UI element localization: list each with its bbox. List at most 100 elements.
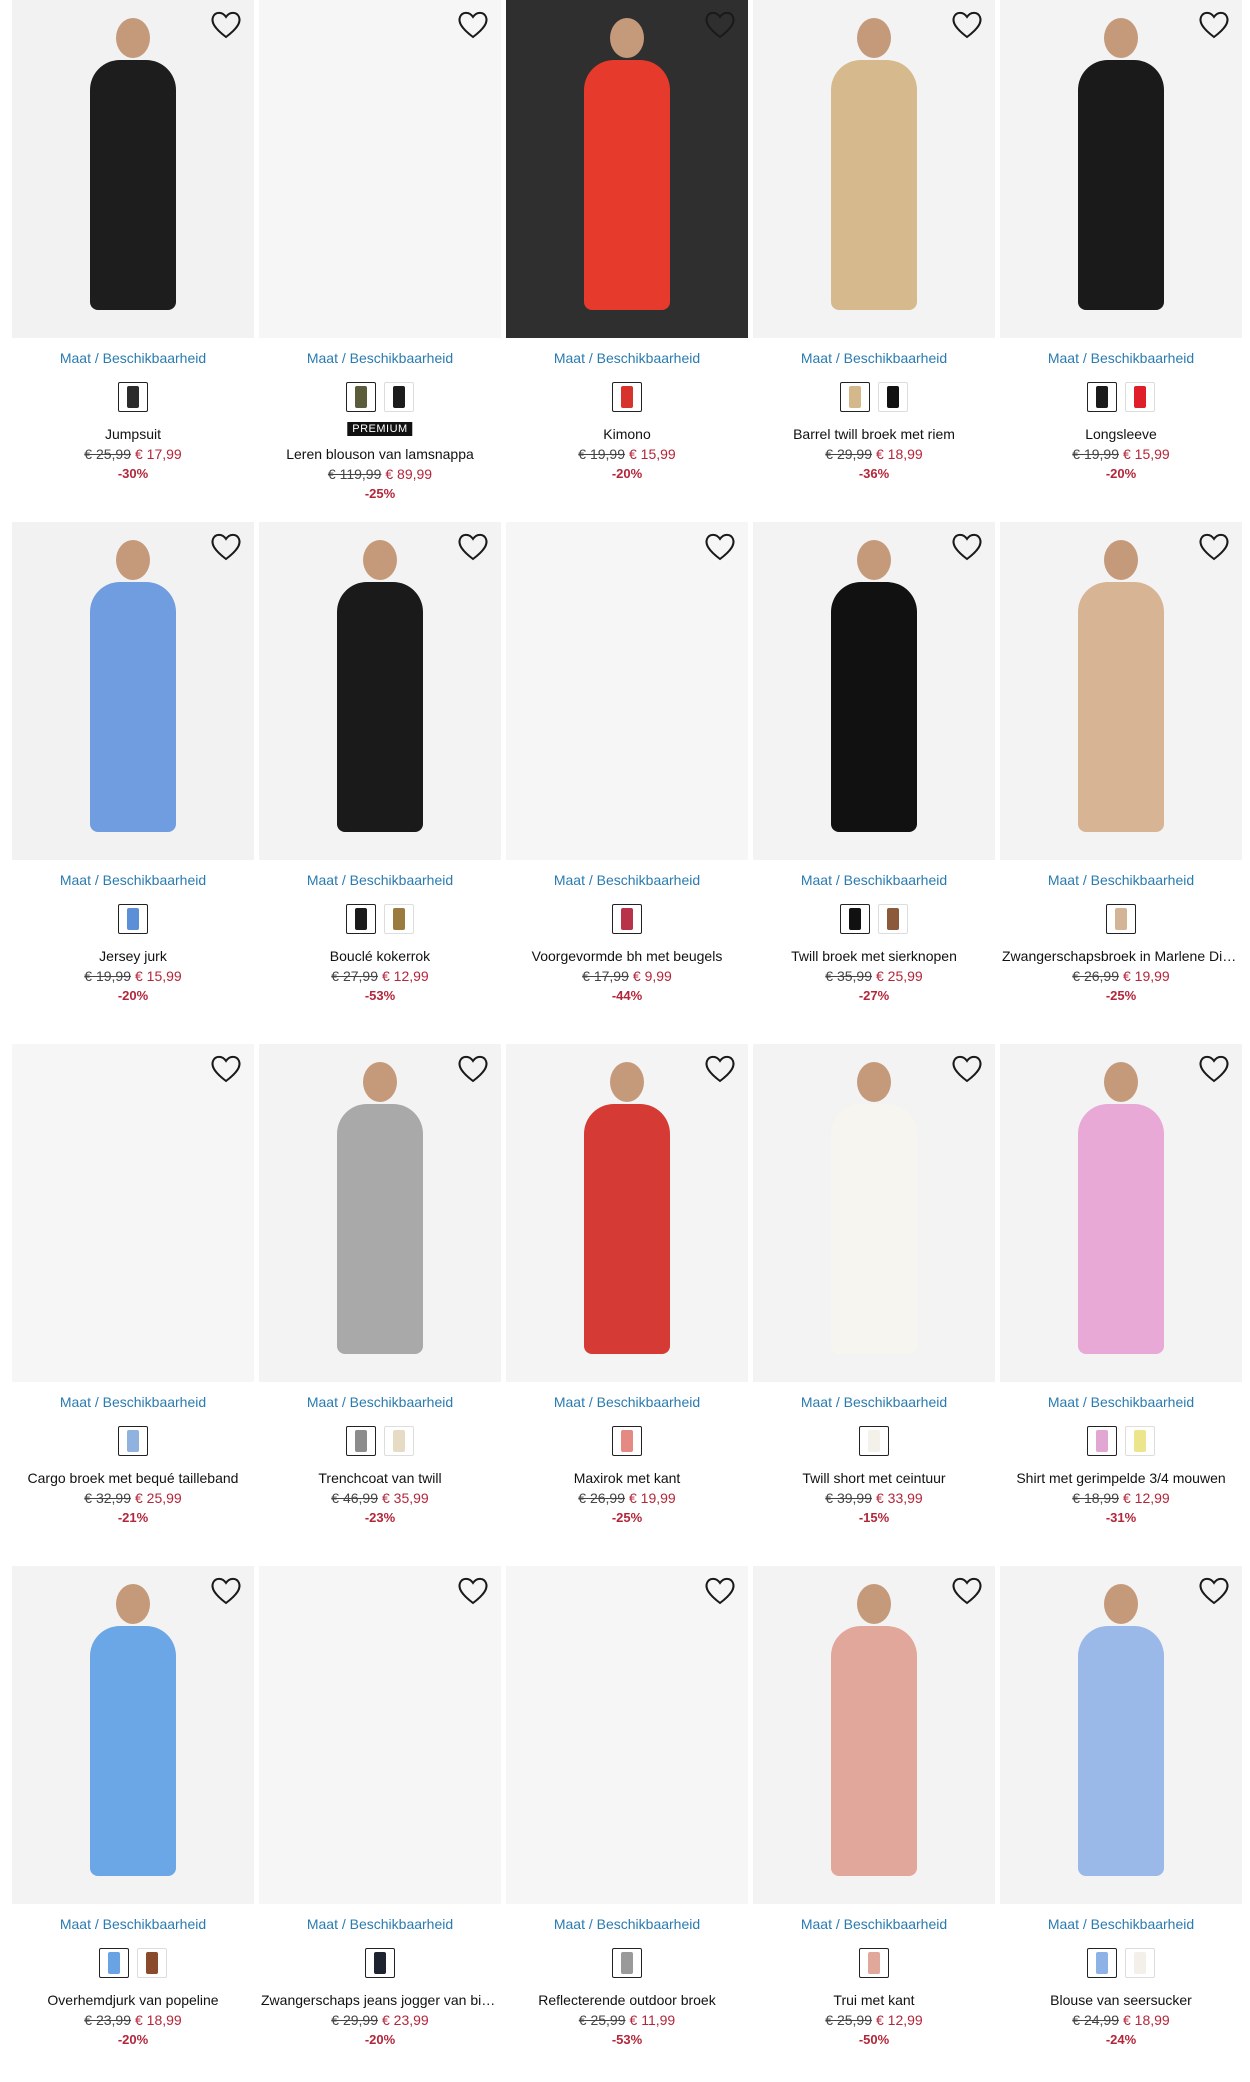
product-image[interactable] (506, 0, 748, 338)
product-image[interactable] (259, 522, 501, 860)
product-name[interactable]: Longsleeve (1002, 426, 1240, 442)
heart-icon[interactable] (704, 1054, 736, 1084)
size-availability-link[interactable]: Maat / Beschikbaarheid (1000, 872, 1242, 888)
product-card[interactable]: Maat / Beschikbaarheid Twill short met ce… (753, 1044, 995, 1564)
product-card[interactable]: Maat / Beschikbaarheid Voorgevormde bh me… (506, 522, 748, 1042)
product-card[interactable]: Maat / Beschikbaarheid Jumpsuit € 25,99 € 1… (12, 0, 254, 520)
product-name[interactable]: Jersey jurk (14, 948, 252, 964)
heart-icon[interactable] (704, 532, 736, 562)
product-name[interactable]: Barrel twill broek met riem (755, 426, 993, 442)
product-image[interactable] (506, 1566, 748, 1904)
heart-icon[interactable] (1198, 1576, 1230, 1606)
product-image[interactable] (259, 1566, 501, 1904)
heart-icon[interactable] (210, 1576, 242, 1606)
size-availability-link[interactable]: Maat / Beschikbaarheid (753, 1916, 995, 1932)
product-card[interactable]: Maat / Beschikbaarheid Shirt met gerimpel… (1000, 1044, 1242, 1564)
product-card[interactable]: Maat / Beschikbaarheid Barrel twill broek… (753, 0, 995, 520)
product-card[interactable]: Maat / Beschikbaarheid Bouclé kokerrok € 2… (259, 522, 501, 1042)
color-swatch[interactable] (384, 904, 414, 934)
size-availability-link[interactable]: Maat / Beschikbaarheid (12, 350, 254, 366)
size-availability-link[interactable]: Maat / Beschikbaarheid (1000, 1916, 1242, 1932)
color-swatch[interactable] (612, 1948, 642, 1978)
product-name[interactable]: Maxirok met kant (508, 1470, 746, 1486)
color-swatch[interactable] (346, 904, 376, 934)
size-availability-link[interactable]: Maat / Beschikbaarheid (1000, 350, 1242, 366)
product-name[interactable]: Blouse van seersucker (1002, 1992, 1240, 2008)
color-swatch[interactable] (384, 382, 414, 412)
product-card[interactable]: Maat / Beschikbaarheid PREMIUM Leren blous… (259, 0, 501, 520)
size-availability-link[interactable]: Maat / Beschikbaarheid (753, 1394, 995, 1410)
product-name[interactable]: Kimono (508, 426, 746, 442)
product-card[interactable]: Maat / Beschikbaarheid Zwangerschaps jean… (259, 1566, 501, 2082)
size-availability-link[interactable]: Maat / Beschikbaarheid (259, 1916, 501, 1932)
color-swatch[interactable] (1087, 1426, 1117, 1456)
product-image[interactable] (12, 1566, 254, 1904)
product-image[interactable] (753, 1044, 995, 1382)
heart-icon[interactable] (210, 532, 242, 562)
color-swatch[interactable] (1125, 1426, 1155, 1456)
product-name[interactable]: Zwangerschapsbroek in Marlene Dietrich-s… (1002, 948, 1240, 964)
product-image[interactable] (1000, 1044, 1242, 1382)
product-name[interactable]: Cargo broek met bequé tailleband (14, 1470, 252, 1486)
color-swatch[interactable] (1087, 382, 1117, 412)
heart-icon[interactable] (457, 10, 489, 40)
heart-icon[interactable] (1198, 10, 1230, 40)
color-swatch[interactable] (118, 904, 148, 934)
product-card[interactable]: Maat / Beschikbaarheid Cargo broek met be… (12, 1044, 254, 1564)
product-image[interactable] (753, 0, 995, 338)
product-image[interactable] (259, 0, 501, 338)
heart-icon[interactable] (951, 1054, 983, 1084)
product-name[interactable]: Trui met kant (755, 1992, 993, 2008)
product-name[interactable]: Bouclé kokerrok (261, 948, 499, 964)
product-name[interactable]: Overhemdjurk van popeline (14, 1992, 252, 2008)
product-card[interactable]: Maat / Beschikbaarheid Kimono € 19,99 € 15,… (506, 0, 748, 520)
color-swatch[interactable] (612, 904, 642, 934)
color-swatch[interactable] (1125, 382, 1155, 412)
product-card[interactable]: Maat / Beschikbaarheid Twill broek met si… (753, 522, 995, 1042)
product-name[interactable]: Voorgevormde bh met beugels (508, 948, 746, 964)
size-availability-link[interactable]: Maat / Beschikbaarheid (1000, 1394, 1242, 1410)
heart-icon[interactable] (210, 1054, 242, 1084)
heart-icon[interactable] (457, 1054, 489, 1084)
heart-icon[interactable] (457, 532, 489, 562)
color-swatch[interactable] (878, 904, 908, 934)
color-swatch[interactable] (1125, 1948, 1155, 1978)
heart-icon[interactable] (704, 1576, 736, 1606)
size-availability-link[interactable]: Maat / Beschikbaarheid (12, 872, 254, 888)
size-availability-link[interactable]: Maat / Beschikbaarheid (506, 350, 748, 366)
size-availability-link[interactable]: Maat / Beschikbaarheid (506, 1916, 748, 1932)
product-card[interactable]: Maat / Beschikbaarheid Blouse van seersuc… (1000, 1566, 1242, 2082)
color-swatch[interactable] (137, 1948, 167, 1978)
color-swatch[interactable] (99, 1948, 129, 1978)
product-image[interactable] (506, 1044, 748, 1382)
product-card[interactable]: Maat / Beschikbaarheid Jersey jurk € 19,99… (12, 522, 254, 1042)
heart-icon[interactable] (457, 1576, 489, 1606)
product-name[interactable]: Zwangerschaps jeans jogger van biologisc… (261, 1992, 499, 2008)
color-swatch[interactable] (859, 1426, 889, 1456)
heart-icon[interactable] (951, 10, 983, 40)
color-swatch[interactable] (1106, 904, 1136, 934)
product-image[interactable] (1000, 0, 1242, 338)
product-name[interactable]: Trenchcoat van twill (261, 1470, 499, 1486)
product-name[interactable]: Jumpsuit (14, 426, 252, 442)
product-name[interactable]: Twill short met ceintuur (755, 1470, 993, 1486)
color-swatch[interactable] (346, 1426, 376, 1456)
heart-icon[interactable] (210, 10, 242, 40)
heart-icon[interactable] (1198, 1054, 1230, 1084)
product-image[interactable] (12, 0, 254, 338)
product-name[interactable]: Shirt met gerimpelde 3/4 mouwen (1002, 1470, 1240, 1486)
size-availability-link[interactable]: Maat / Beschikbaarheid (506, 1394, 748, 1410)
color-swatch[interactable] (384, 1426, 414, 1456)
product-image[interactable] (753, 522, 995, 860)
product-image[interactable] (506, 522, 748, 860)
product-card[interactable]: Maat / Beschikbaarheid Trui met kant € 25,… (753, 1566, 995, 2082)
size-availability-link[interactable]: Maat / Beschikbaarheid (12, 1916, 254, 1932)
product-name[interactable]: Twill broek met sierknopen (755, 948, 993, 964)
color-swatch[interactable] (346, 382, 376, 412)
size-availability-link[interactable]: Maat / Beschikbaarheid (506, 872, 748, 888)
color-swatch[interactable] (859, 1948, 889, 1978)
color-swatch[interactable] (365, 1948, 395, 1978)
product-image[interactable] (12, 1044, 254, 1382)
color-swatch[interactable] (118, 1426, 148, 1456)
color-swatch[interactable] (612, 1426, 642, 1456)
